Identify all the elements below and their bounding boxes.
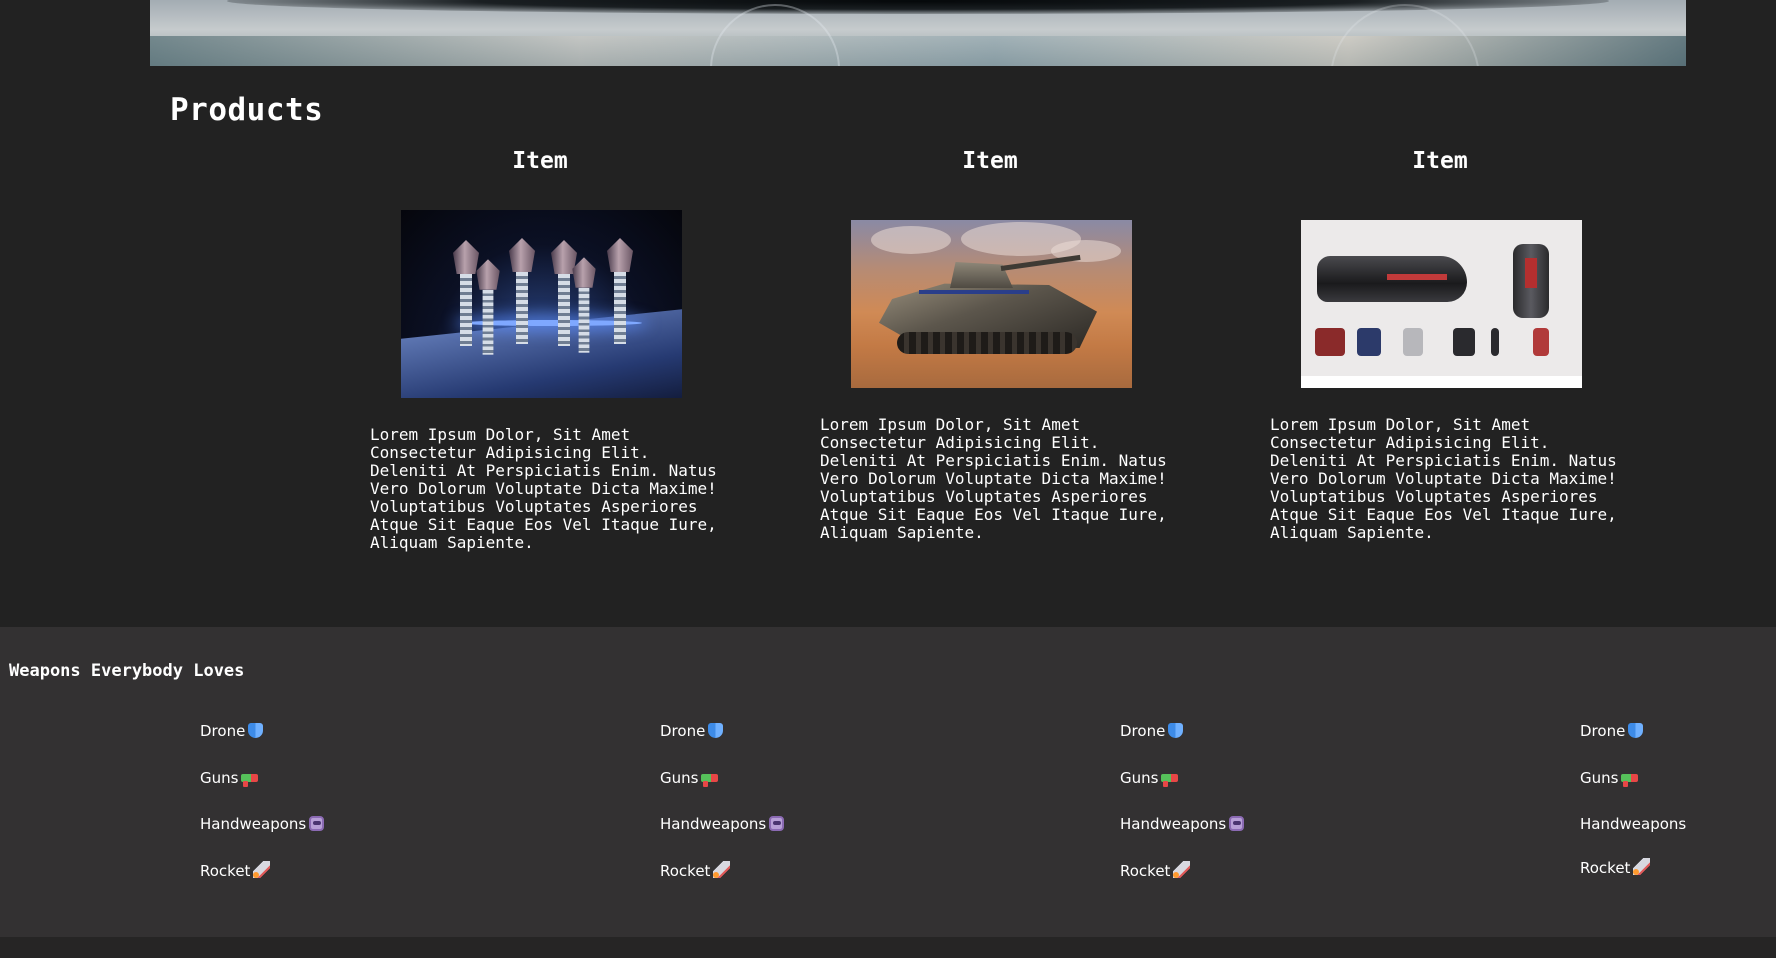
footer-column: Drone Guns Handweapons Rocket <box>660 721 785 908</box>
rocket-icon <box>253 860 271 878</box>
footer-link-guns[interactable]: Guns <box>1120 768 1244 815</box>
products-heading: Products <box>170 92 324 128</box>
robot-icon <box>1229 816 1245 831</box>
product-card: Item Lorem Ipsum Dolor, Sit Amet Consect… <box>1270 148 1617 542</box>
shield-icon <box>708 723 724 738</box>
product-description: Lorem Ipsum Dolor, Sit Amet Consectetur … <box>370 425 717 552</box>
product-title: Item <box>512 148 568 174</box>
shield-icon <box>1628 723 1644 738</box>
rocket-icon <box>1633 858 1651 875</box>
footer-link-rocket[interactable]: Rocket <box>660 860 784 908</box>
link-label: Rocket <box>200 861 251 880</box>
site-footer: Weapons Everybody Loves Drone Guns Handw… <box>0 627 1776 937</box>
footer-link-rocket[interactable]: Rocket <box>200 860 324 908</box>
footer-link-handweapons[interactable]: Handweapons <box>1120 814 1245 861</box>
footer-link-guns[interactable]: Guns <box>1580 768 1686 815</box>
footer-column: Drone Guns Handweapons Rocket <box>200 721 325 908</box>
footer-column: Drone Guns Handweapons Rocket <box>1120 721 1245 908</box>
link-label: Guns <box>1120 768 1159 787</box>
product-image-gear <box>1301 220 1582 388</box>
link-label: Drone <box>1580 722 1626 740</box>
footer-title: Weapons Everybody Loves <box>9 661 245 681</box>
footer-link-guns[interactable]: Guns <box>200 768 324 815</box>
footer-link-drone[interactable]: Drone <box>1580 721 1686 768</box>
product-image-tank <box>851 220 1132 388</box>
robot-icon <box>309 816 325 831</box>
footer-column: Drone Guns Handweapons Rocket <box>1580 721 1686 905</box>
page-bottom-strip <box>0 937 1776 958</box>
rocket-icon <box>713 860 731 878</box>
link-label: Guns <box>1580 768 1619 787</box>
water-gun-icon <box>1161 773 1179 787</box>
product-description: Lorem Ipsum Dolor, Sit Amet Consectetur … <box>1270 415 1617 542</box>
water-gun-icon <box>1621 773 1639 787</box>
link-label: Drone <box>660 722 706 740</box>
link-label: Drone <box>1120 722 1166 740</box>
link-label: Rocket <box>660 861 711 880</box>
footer-link-handweapons[interactable]: Handweapons <box>1580 814 1686 858</box>
footer-link-rocket[interactable]: Rocket <box>1120 860 1244 908</box>
footer-link-drone[interactable]: Drone <box>1120 721 1244 768</box>
rocket-icon <box>1173 860 1191 878</box>
product-image-bolts <box>401 210 682 398</box>
footer-link-drone[interactable]: Drone <box>660 721 784 768</box>
product-title: Item <box>962 148 1018 174</box>
product-title: Item <box>1412 148 1468 174</box>
water-gun-icon <box>701 773 719 787</box>
link-label: Rocket <box>1580 859 1631 877</box>
footer-link-handweapons[interactable]: Handweapons <box>660 814 785 861</box>
footer-link-drone[interactable]: Drone <box>200 721 324 768</box>
link-label: Handweapons <box>1120 815 1227 833</box>
link-label: Drone <box>200 722 246 740</box>
robot-icon <box>769 816 785 831</box>
hero-banner-image <box>150 0 1686 66</box>
footer-link-rocket[interactable]: Rocket <box>1580 858 1686 905</box>
footer-link-guns[interactable]: Guns <box>660 768 784 815</box>
link-label: Guns <box>200 768 239 787</box>
water-gun-icon <box>241 773 259 787</box>
product-description: Lorem Ipsum Dolor, Sit Amet Consectetur … <box>820 415 1167 542</box>
link-label: Handweapons <box>200 815 307 833</box>
link-label: Guns <box>660 768 699 787</box>
product-card: Item Lorem Ipsum Dolor, Sit Amet Consect… <box>370 148 717 552</box>
shield-icon <box>248 723 264 738</box>
shield-icon <box>1168 723 1184 738</box>
link-label: Handweapons <box>1580 815 1687 833</box>
product-card: Item Lorem Ipsum Dolor, Sit Amet Consect… <box>820 148 1167 542</box>
footer-link-handweapons[interactable]: Handweapons <box>200 814 325 861</box>
link-label: Handweapons <box>660 815 767 833</box>
link-label: Rocket <box>1120 861 1171 880</box>
